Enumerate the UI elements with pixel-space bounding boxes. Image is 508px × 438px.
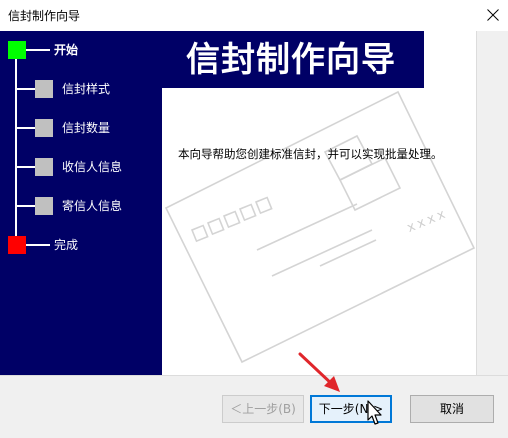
envelope-illustration xyxy=(164,90,476,364)
step-marker xyxy=(35,158,53,176)
panel-edge xyxy=(476,31,508,375)
close-icon xyxy=(487,9,499,21)
wizard-description: 本向导帮助您创建标准信封，并可以实现批量处理。 xyxy=(178,147,443,161)
step-connector xyxy=(26,49,50,51)
step-label-finish: 完成 xyxy=(54,238,79,252)
step-label-start: 开始 xyxy=(54,43,79,57)
step-marker xyxy=(35,119,53,137)
step-label-recipient-info: 收信人信息 xyxy=(62,160,123,174)
step-label-envelope-count: 信封数量 xyxy=(62,121,111,135)
wizard-heading: 信封制作向导 xyxy=(186,40,396,80)
step-finish-marker xyxy=(8,236,26,254)
cancel-button[interactable]: 取消 xyxy=(410,395,494,423)
back-button[interactable]: ＜上一步(B) xyxy=(222,395,304,423)
step-connector xyxy=(17,127,35,129)
window-title: 信封制作向导 xyxy=(8,9,81,23)
step-marker xyxy=(35,80,53,98)
red-arrow-annotation xyxy=(298,352,340,392)
step-marker xyxy=(35,197,53,215)
title-bar: 信封制作向导 xyxy=(0,0,508,31)
step-start-marker xyxy=(8,41,26,59)
step-label-envelope-style: 信封样式 xyxy=(62,82,111,96)
step-tree-line xyxy=(15,48,17,248)
step-connector xyxy=(17,205,35,207)
step-connector xyxy=(17,88,35,90)
step-connector xyxy=(17,166,35,168)
mouse-pointer-icon xyxy=(367,400,382,425)
step-label-sender-info: 寄信人信息 xyxy=(62,199,123,213)
step-connector xyxy=(26,244,50,246)
close-button[interactable] xyxy=(478,0,508,30)
